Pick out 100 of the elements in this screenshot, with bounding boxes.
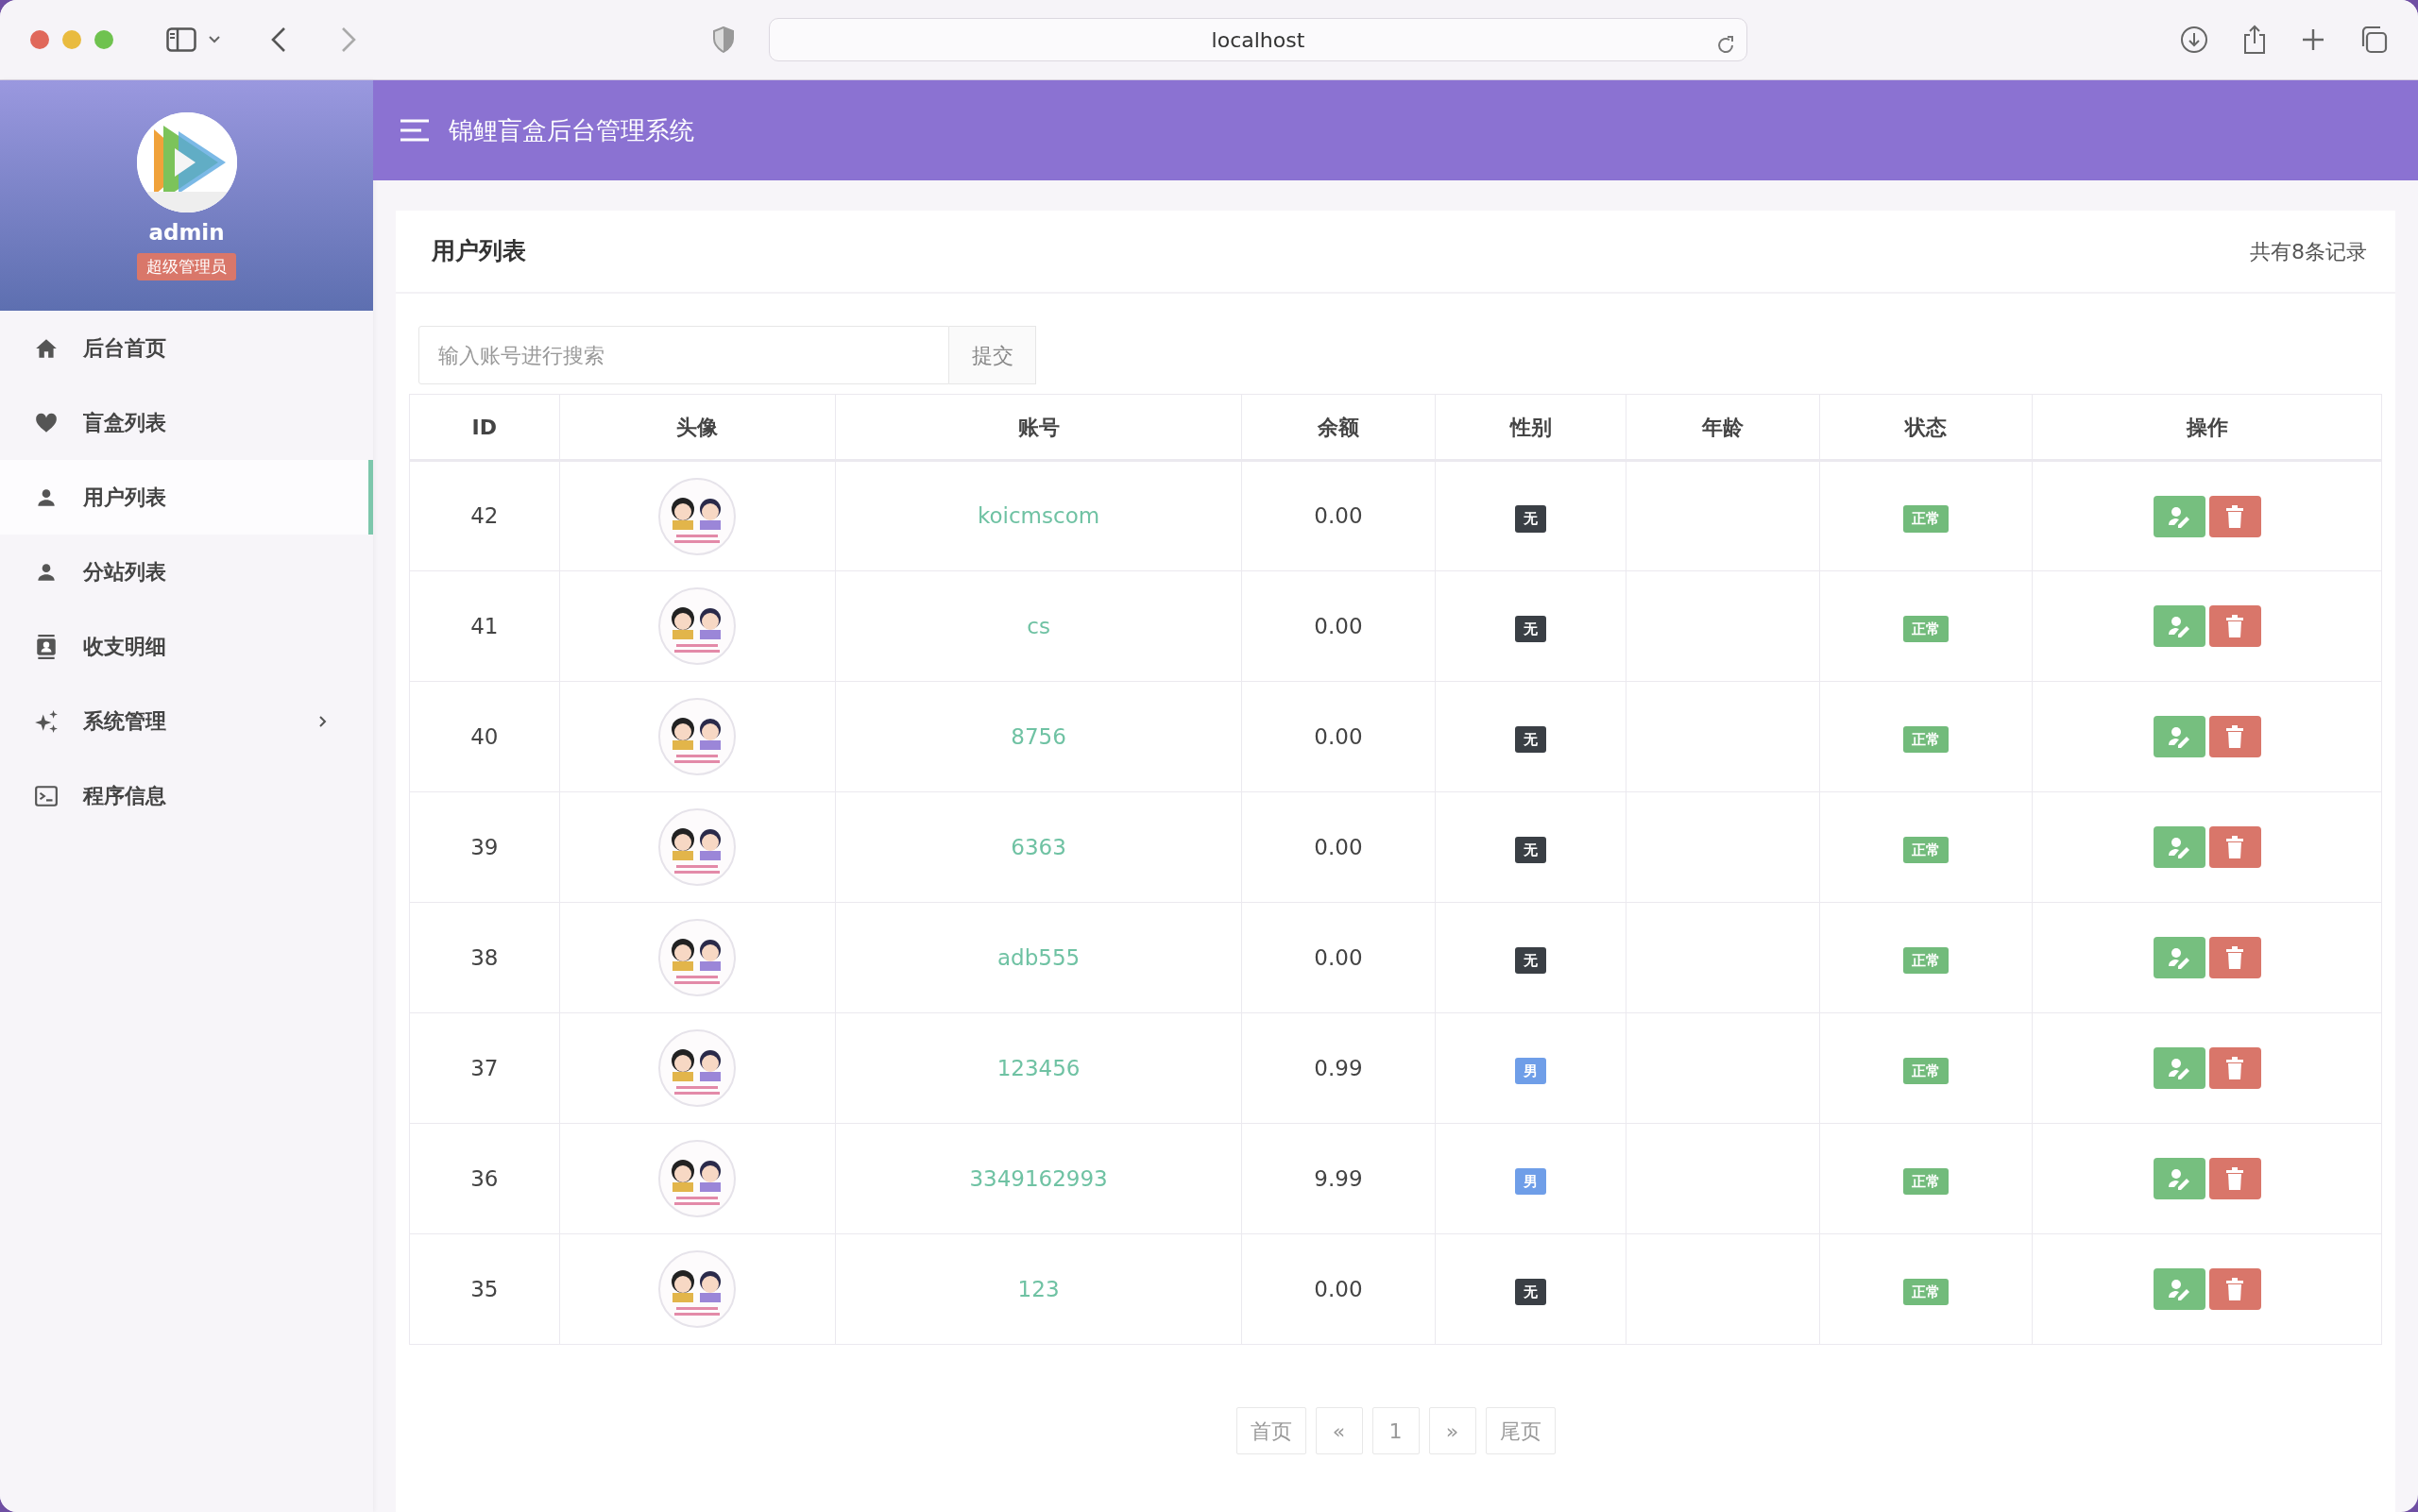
column-header: 状态 <box>1819 394 2033 461</box>
tabs-overview-icon[interactable] <box>2359 25 2388 54</box>
column-header: 性别 <box>1435 394 1626 461</box>
delete-button[interactable] <box>2208 1047 2261 1089</box>
edit-user-button[interactable] <box>2153 495 2205 537</box>
menu-item[interactable]: 后台首页 <box>0 311 373 385</box>
account-link[interactable]: 8756 <box>1011 723 1066 749</box>
edit-user-button[interactable] <box>2153 605 2205 647</box>
user-edit-icon <box>2167 504 2192 528</box>
gender-tag: 男 <box>1515 1167 1546 1196</box>
edit-user-button[interactable] <box>2153 937 2205 978</box>
chevron-down-icon[interactable] <box>208 35 221 44</box>
table-cell: 0.99 <box>1241 1012 1436 1124</box>
table-cell: 0.00 <box>1241 460 1436 571</box>
account-link[interactable]: 123 <box>1017 1276 1060 1301</box>
sparkle-icon <box>34 708 59 734</box>
menu-item[interactable]: 盲盒列表 <box>0 385 373 460</box>
table-cell: 0.00 <box>1241 902 1436 1013</box>
user-edit-icon <box>2167 725 2192 748</box>
status-tag: 正常 <box>1903 725 1950 754</box>
status-tag: 正常 <box>1903 1057 1950 1085</box>
column-header: 账号 <box>835 394 1242 461</box>
page-button[interactable]: » <box>1428 1407 1476 1454</box>
menu-item[interactable]: 收支明细 <box>0 609 373 684</box>
trash-icon <box>2225 1278 2245 1300</box>
gender-tag: 无 <box>1515 836 1546 864</box>
table-cell: 38 <box>409 902 560 1013</box>
delete-button[interactable] <box>2208 1268 2261 1310</box>
menu-icon[interactable] <box>400 119 430 142</box>
status-tag: 正常 <box>1903 1167 1950 1196</box>
gender-tag: 无 <box>1515 505 1546 533</box>
terminal-icon <box>34 783 59 808</box>
account-link[interactable]: 3349162993 <box>969 1165 1108 1191</box>
card-title: 用户列表 <box>432 236 526 267</box>
user-edit-icon <box>2167 946 2192 969</box>
edit-user-button[interactable] <box>2153 1047 2205 1089</box>
column-header: ID <box>409 394 560 461</box>
page-button[interactable]: 尾页 <box>1485 1407 1556 1454</box>
gender-tag: 无 <box>1515 615 1546 643</box>
record-count: 共有8条记录 <box>2250 238 2367 265</box>
user-edit-icon <box>2167 615 2192 637</box>
share-icon[interactable] <box>2242 25 2267 55</box>
menu-item[interactable]: 系统管理 <box>0 684 373 758</box>
page-button[interactable]: 1 <box>1371 1407 1420 1454</box>
delete-button[interactable] <box>2208 495 2261 537</box>
user-edit-icon <box>2167 836 2192 858</box>
edit-user-button[interactable] <box>2153 1158 2205 1199</box>
minimize-window-button[interactable] <box>62 30 81 49</box>
menu-label: 程序信息 <box>83 783 166 809</box>
menu-label: 用户列表 <box>83 484 166 511</box>
table-cell: 40 <box>409 681 560 792</box>
menu-item[interactable]: 程序信息 <box>0 758 373 833</box>
address-bar[interactable]: localhost <box>769 18 1747 61</box>
role-label: 超级管理员 <box>137 252 236 280</box>
menu-item[interactable]: 用户列表 <box>0 460 373 535</box>
close-window-button[interactable] <box>30 30 49 49</box>
table-cell: 37 <box>409 1012 560 1124</box>
delete-button[interactable] <box>2208 937 2261 978</box>
delete-button[interactable] <box>2208 1158 2261 1199</box>
account-link[interactable]: 6363 <box>1011 834 1066 859</box>
column-header: 余额 <box>1241 394 1436 461</box>
new-tab-icon[interactable] <box>2301 27 2325 52</box>
table-cell: 0.00 <box>1241 570 1436 682</box>
app-title: 锦鲤盲盒后台管理系统 <box>449 114 694 146</box>
account-link[interactable]: adb555 <box>996 944 1081 970</box>
account-link[interactable]: koicmscom <box>978 503 1100 529</box>
trash-icon <box>2225 836 2245 858</box>
table-cell: 41 <box>409 570 560 682</box>
trash-icon <box>2225 615 2245 637</box>
delete-button[interactable] <box>2208 716 2261 757</box>
delete-button[interactable] <box>2208 826 2261 868</box>
table-cell: 0.00 <box>1241 791 1436 903</box>
page-button[interactable]: 首页 <box>1235 1407 1306 1454</box>
menu-label: 盲盒列表 <box>83 410 166 436</box>
edit-user-button[interactable] <box>2153 826 2205 868</box>
search-field[interactable]: 输入账号进行搜索 <box>418 326 949 384</box>
delete-button[interactable] <box>2208 605 2261 647</box>
column-header: 头像 <box>559 394 836 461</box>
table-cell: 9.99 <box>1241 1123 1436 1234</box>
zoom-window-button[interactable] <box>94 30 113 49</box>
edit-user-button[interactable] <box>2153 1268 2205 1310</box>
gender-tag: 无 <box>1515 725 1546 754</box>
table-cell: 0.00 <box>1241 681 1436 792</box>
menu-label: 后台首页 <box>83 335 166 362</box>
table-cell: 0.00 <box>1241 1233 1436 1345</box>
download-icon[interactable] <box>2180 25 2208 54</box>
table-cell: 36 <box>409 1123 560 1234</box>
page-button[interactable]: « <box>1315 1407 1363 1454</box>
back-icon[interactable] <box>270 26 287 53</box>
user-name: admin <box>148 219 225 246</box>
menu-item[interactable]: 分站列表 <box>0 535 373 609</box>
sidebar-toggle-icon[interactable] <box>166 27 196 52</box>
gender-tag: 无 <box>1515 1278 1546 1306</box>
status-tag: 正常 <box>1903 1278 1950 1306</box>
account-link[interactable]: 123456 <box>996 1055 1081 1080</box>
account-link[interactable]: cs <box>1027 613 1050 638</box>
submit-button[interactable]: 提交 <box>949 326 1036 384</box>
edit-user-button[interactable] <box>2153 716 2205 757</box>
gender-tag: 无 <box>1515 946 1546 975</box>
forward-icon[interactable] <box>340 26 357 53</box>
